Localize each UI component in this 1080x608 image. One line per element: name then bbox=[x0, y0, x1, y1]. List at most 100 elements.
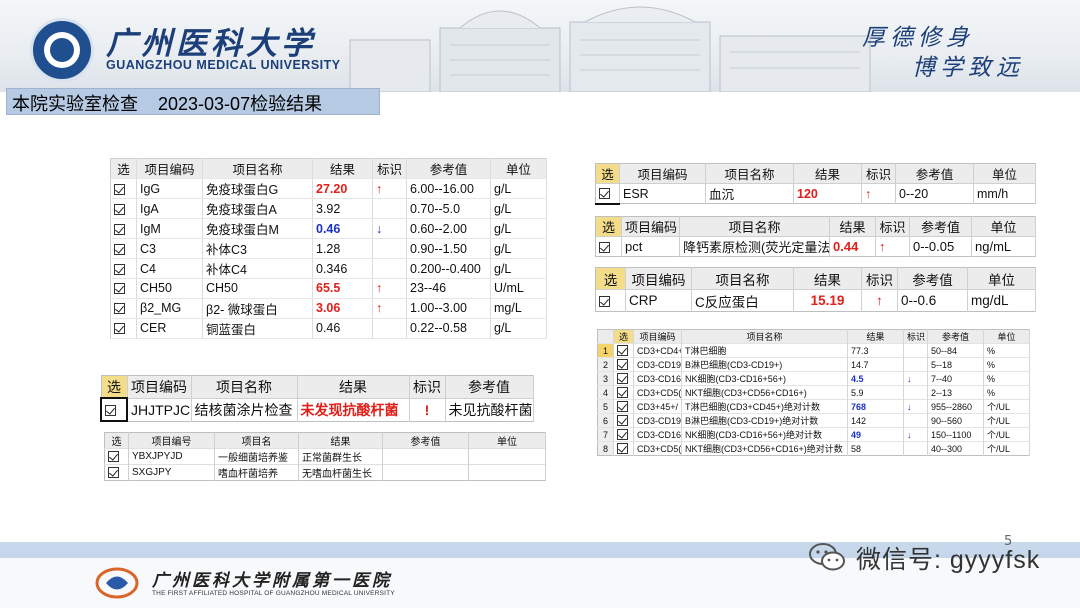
cell-result: 27.20 bbox=[312, 178, 373, 199]
row-checkbox[interactable] bbox=[108, 450, 119, 462]
row-checkbox[interactable] bbox=[114, 183, 125, 195]
table-row: 6 CD3-CD19 B淋巴细胞(CD3-CD19+)绝对计数 142 90--… bbox=[597, 413, 1030, 428]
row-number: 3 bbox=[597, 371, 614, 386]
cell-ref bbox=[382, 448, 469, 465]
table-row: 8 CD3+CD5( NKT细胞(CD3+CD56+CD16+)绝对计数 58 … bbox=[597, 441, 1030, 456]
cell-code: CER bbox=[136, 318, 203, 339]
cell-flag bbox=[903, 413, 928, 428]
cell-result: 4.5 bbox=[847, 371, 904, 386]
row-checkbox[interactable] bbox=[599, 295, 610, 307]
cell-result: 0.46 bbox=[312, 218, 373, 239]
immunology-table: 选 项目编码 项目名称 结果 标识 参考值 单位 IgG 免疫球蛋白G 27.2… bbox=[110, 158, 547, 339]
table-row: ESR 血沉 120 ↑ 0--20 mm/h bbox=[595, 183, 1036, 205]
row-checkbox[interactable] bbox=[617, 345, 628, 357]
cell-name: C反应蛋白 bbox=[691, 289, 794, 312]
row-number: 8 bbox=[597, 441, 614, 456]
cell-result: 0.44 bbox=[829, 236, 876, 257]
cell-ref: 0--0.05 bbox=[909, 236, 972, 257]
cell-code: β2_MG bbox=[136, 298, 203, 319]
cell-result: 142 bbox=[847, 413, 904, 428]
row-checkbox[interactable] bbox=[114, 303, 125, 315]
cell-unit: 个/UL bbox=[983, 413, 1030, 428]
table-row: YBXJPYJD 一般细菌培养鉴 正常菌群生长 bbox=[104, 448, 546, 465]
col-header: 选 bbox=[104, 432, 129, 449]
row-checkbox[interactable] bbox=[617, 373, 628, 385]
row-checkbox[interactable] bbox=[108, 466, 119, 478]
row-checkbox[interactable] bbox=[617, 443, 628, 455]
cell-name: 血沉 bbox=[705, 183, 794, 204]
flag-up-arrow-icon: ↑ bbox=[861, 289, 898, 312]
cell-ref: 5--18 bbox=[927, 357, 984, 372]
cell-unit: g/L bbox=[490, 218, 547, 239]
row-checkbox[interactable] bbox=[105, 405, 116, 417]
table-header-row: 选 项目编码 项目名称 结果 标识 参考值 单位 bbox=[595, 216, 1036, 237]
cell-result: 77.3 bbox=[847, 343, 904, 358]
col-header: 标识 bbox=[903, 329, 928, 344]
cell-name: 降钙素原检测(荧光定量法) bbox=[679, 236, 830, 257]
culture-table: 选 项目编号 项目名 结果 参考值 单位 YBXJPYJD 一般细菌培养鉴 正常… bbox=[104, 432, 546, 481]
hospital-logo-icon bbox=[95, 567, 139, 599]
row-checkbox[interactable] bbox=[617, 415, 628, 427]
flag-down-arrow-icon: ↓ bbox=[903, 399, 928, 414]
col-header: 标识 bbox=[409, 375, 446, 398]
cell-name: NK细胞(CD3-CD16+56+) bbox=[681, 371, 848, 386]
col-header: 参考值 bbox=[445, 375, 534, 398]
cell-result: 768 bbox=[847, 399, 904, 414]
table-header-row: 选 项目编号 项目名 结果 参考值 单位 bbox=[104, 432, 546, 449]
table-row: β2_MG β2- 微球蛋白 3.06 ↑ 1.00--3.00 mg/L bbox=[110, 298, 547, 319]
row-checkbox[interactable] bbox=[114, 323, 125, 335]
cell-unit: g/L bbox=[490, 238, 547, 259]
cell-ref: 0.200--0.400 bbox=[406, 258, 491, 279]
cell-ref: 955--2860 bbox=[927, 399, 984, 414]
motto-line-2: 博学致远 bbox=[912, 55, 1024, 81]
cell-code: CD3-CD16 bbox=[633, 371, 682, 386]
row-checkbox[interactable] bbox=[114, 203, 125, 215]
table-row: IgG 免疫球蛋白G 27.20 ↑ 6.00--16.00 g/L bbox=[110, 178, 547, 199]
cell-unit: g/L bbox=[490, 178, 547, 199]
row-checkbox[interactable] bbox=[114, 243, 125, 255]
cell-flag bbox=[903, 343, 928, 358]
row-number: 2 bbox=[597, 357, 614, 372]
row-checkbox[interactable] bbox=[114, 223, 125, 235]
cell-code: IgA bbox=[136, 198, 203, 219]
col-header: 单位 bbox=[973, 163, 1036, 184]
cell-name: B淋巴细胞(CD3-CD19+) bbox=[681, 357, 848, 372]
row-checkbox[interactable] bbox=[599, 188, 610, 200]
col-header: 选 bbox=[595, 216, 622, 237]
hospital-name-en: THE FIRST AFFILIATED HOSPITAL OF GUANGZH… bbox=[152, 590, 395, 597]
motto-line-1: 厚德修身 bbox=[862, 25, 974, 51]
cell-name: 免疫球蛋白M bbox=[202, 218, 313, 239]
cell-name: B淋巴细胞(CD3-CD19+)绝对计数 bbox=[681, 413, 848, 428]
cell-name: NKT细胞(CD3+CD56+CD16+)绝对计数 bbox=[681, 441, 848, 456]
lymphocyte-subset-table: 选 项目编码 项目名称 结果 标识 参考值 单位 1 CD3+CD4+ T淋巴细… bbox=[597, 329, 1030, 456]
cell-code: C3 bbox=[136, 238, 203, 259]
row-checkbox[interactable] bbox=[114, 263, 125, 275]
slide-title: 本院实验室检查 2023-03-07检验结果 bbox=[12, 94, 323, 114]
row-checkbox[interactable] bbox=[114, 283, 125, 295]
university-name-cn: 广州医科大学 bbox=[106, 26, 316, 62]
row-checkbox[interactable] bbox=[617, 429, 628, 441]
cell-unit: g/L bbox=[490, 258, 547, 279]
table-row: C4 补体C4 0.346 0.200--0.400 g/L bbox=[110, 258, 547, 279]
cell-code: IgG bbox=[136, 178, 203, 199]
row-number: 4 bbox=[597, 385, 614, 400]
cell-ref: 150--1100 bbox=[927, 427, 984, 442]
col-header: 结果 bbox=[829, 216, 876, 237]
row-checkbox[interactable] bbox=[599, 242, 610, 254]
flag-down-arrow-icon: ↓ bbox=[903, 427, 928, 442]
cell-name: T淋巴细胞(CD3+CD45+)绝对计数 bbox=[681, 399, 848, 414]
cell-unit: mg/dL bbox=[967, 289, 1036, 312]
cell-flag bbox=[903, 441, 928, 456]
row-checkbox[interactable] bbox=[617, 401, 628, 413]
cell-ref: 0.22--0.58 bbox=[406, 318, 491, 339]
row-checkbox[interactable] bbox=[617, 387, 628, 399]
cell-result: 3.92 bbox=[312, 198, 373, 219]
cell-flag bbox=[903, 357, 928, 372]
col-header: 参考值 bbox=[897, 267, 968, 290]
row-number: 7 bbox=[597, 427, 614, 442]
cell-ref: 2--13 bbox=[927, 385, 984, 400]
cell-unit: g/L bbox=[490, 318, 547, 339]
row-checkbox[interactable] bbox=[617, 359, 628, 371]
col-header: 参考值 bbox=[895, 163, 974, 184]
cell-ref: 6.00--16.00 bbox=[406, 178, 491, 199]
